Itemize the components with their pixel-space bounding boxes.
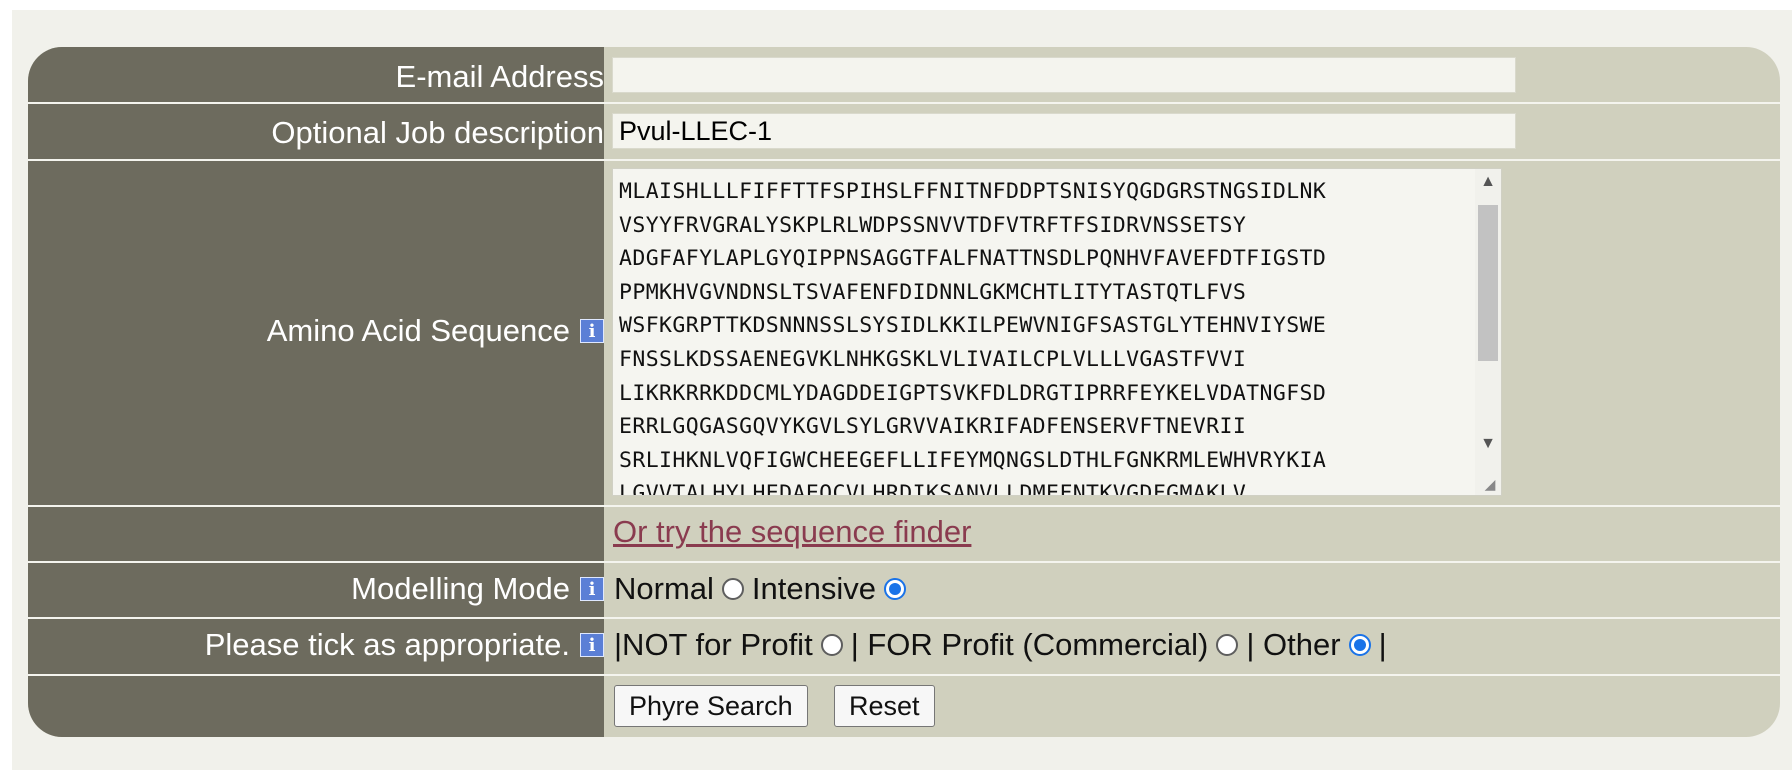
info-icon[interactable]: i — [580, 577, 604, 601]
submission-form: E-mail Address Optional Job description … — [28, 47, 1780, 737]
row-divider — [28, 674, 1780, 676]
modelling-mode-label: Modelling Mode i — [351, 571, 604, 607]
email-label-text: E-mail Address — [395, 59, 604, 94]
job-description-field[interactable] — [612, 113, 1516, 149]
usage-not-for-profit-label: |NOT for Profit — [614, 627, 813, 662]
row-divider — [28, 561, 1780, 563]
modelling-mode-label-text: Modelling Mode — [351, 571, 570, 606]
sequence-finder-link[interactable]: Or try the sequence finder — [613, 514, 971, 550]
row-divider — [28, 159, 1780, 161]
phyre-search-button[interactable]: Phyre Search — [614, 685, 808, 727]
row-divider — [28, 617, 1780, 619]
usage-label: Please tick as appropriate. i — [205, 627, 604, 663]
scroll-down-arrow-icon[interactable]: ▼ — [1475, 431, 1501, 457]
usage-for-profit-radio[interactable] — [1216, 634, 1239, 656]
scrollbar-thumb[interactable] — [1478, 205, 1498, 361]
reset-button[interactable]: Reset — [834, 685, 935, 727]
usage-for-profit-label: | FOR Profit (Commercial) — [850, 627, 1209, 662]
info-icon[interactable]: i — [580, 633, 604, 657]
sequence-label: Amino Acid Sequence i — [267, 313, 604, 349]
mode-normal-label: Normal — [614, 571, 714, 606]
info-icon[interactable]: i — [580, 319, 604, 343]
mode-intensive-label: Intensive — [751, 571, 876, 606]
usage-end-bar: | — [1378, 627, 1387, 662]
usage-not-for-profit-radio[interactable] — [820, 634, 843, 656]
email-label: E-mail Address — [396, 59, 604, 95]
row-divider — [28, 505, 1780, 507]
row-divider — [28, 102, 1780, 104]
job-description-label: Optional Job description — [271, 115, 604, 151]
modelling-mode-options: Normal Intensive — [614, 571, 914, 607]
email-field[interactable] — [612, 57, 1516, 93]
scroll-up-arrow-icon[interactable]: ▲ — [1475, 169, 1501, 195]
resize-grip-icon[interactable]: ◢ — [1481, 475, 1499, 493]
sequence-text: MLAISHLLLFIFFTTFSPIHSLFFNITNFDDPTSNISYQG… — [619, 179, 1327, 496]
usage-label-text: Please tick as appropriate. — [204, 627, 570, 662]
sequence-label-text: Amino Acid Sequence — [266, 313, 570, 348]
sequence-textarea[interactable]: MLAISHLLLFIFFTTFSPIHSLFFNITNFDDPTSNISYQG… — [612, 168, 1502, 496]
mode-normal-radio[interactable] — [721, 578, 744, 600]
usage-other-label: | Other — [1246, 627, 1341, 662]
textarea-scrollbar[interactable]: ▲ ▼ — [1475, 169, 1501, 495]
mode-intensive-radio[interactable] — [883, 578, 906, 600]
usage-other-radio[interactable] — [1348, 634, 1371, 656]
job-description-label-text: Optional Job description — [271, 115, 604, 150]
usage-options: |NOT for Profit | FOR Profit (Commercial… — [614, 627, 1387, 663]
